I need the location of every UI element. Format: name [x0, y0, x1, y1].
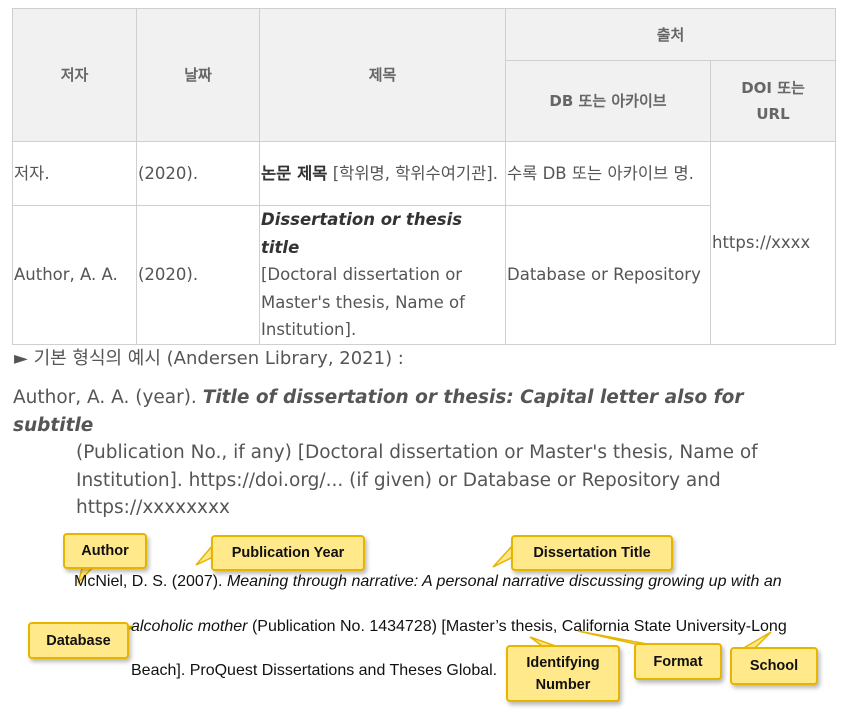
callout-school: School	[730, 647, 818, 685]
callout-identifying-number: Identifying Number	[506, 645, 620, 702]
callout-format: Format	[634, 643, 722, 680]
example-line-1: McNiel, D. S. (2007). Meaning through na…	[74, 573, 782, 590]
callout-publication-year: Publication Year	[211, 535, 365, 571]
example-line-2: alcoholic mother (Publication No. 143472…	[131, 618, 787, 635]
callout-author: Author	[63, 533, 147, 569]
callout-pointers	[77, 542, 772, 650]
example-line-3: Beach]. ProQuest Dissertations and These…	[131, 662, 498, 679]
callout-database: Database	[28, 622, 129, 659]
callout-dissertation-title: Dissertation Title	[511, 535, 673, 571]
